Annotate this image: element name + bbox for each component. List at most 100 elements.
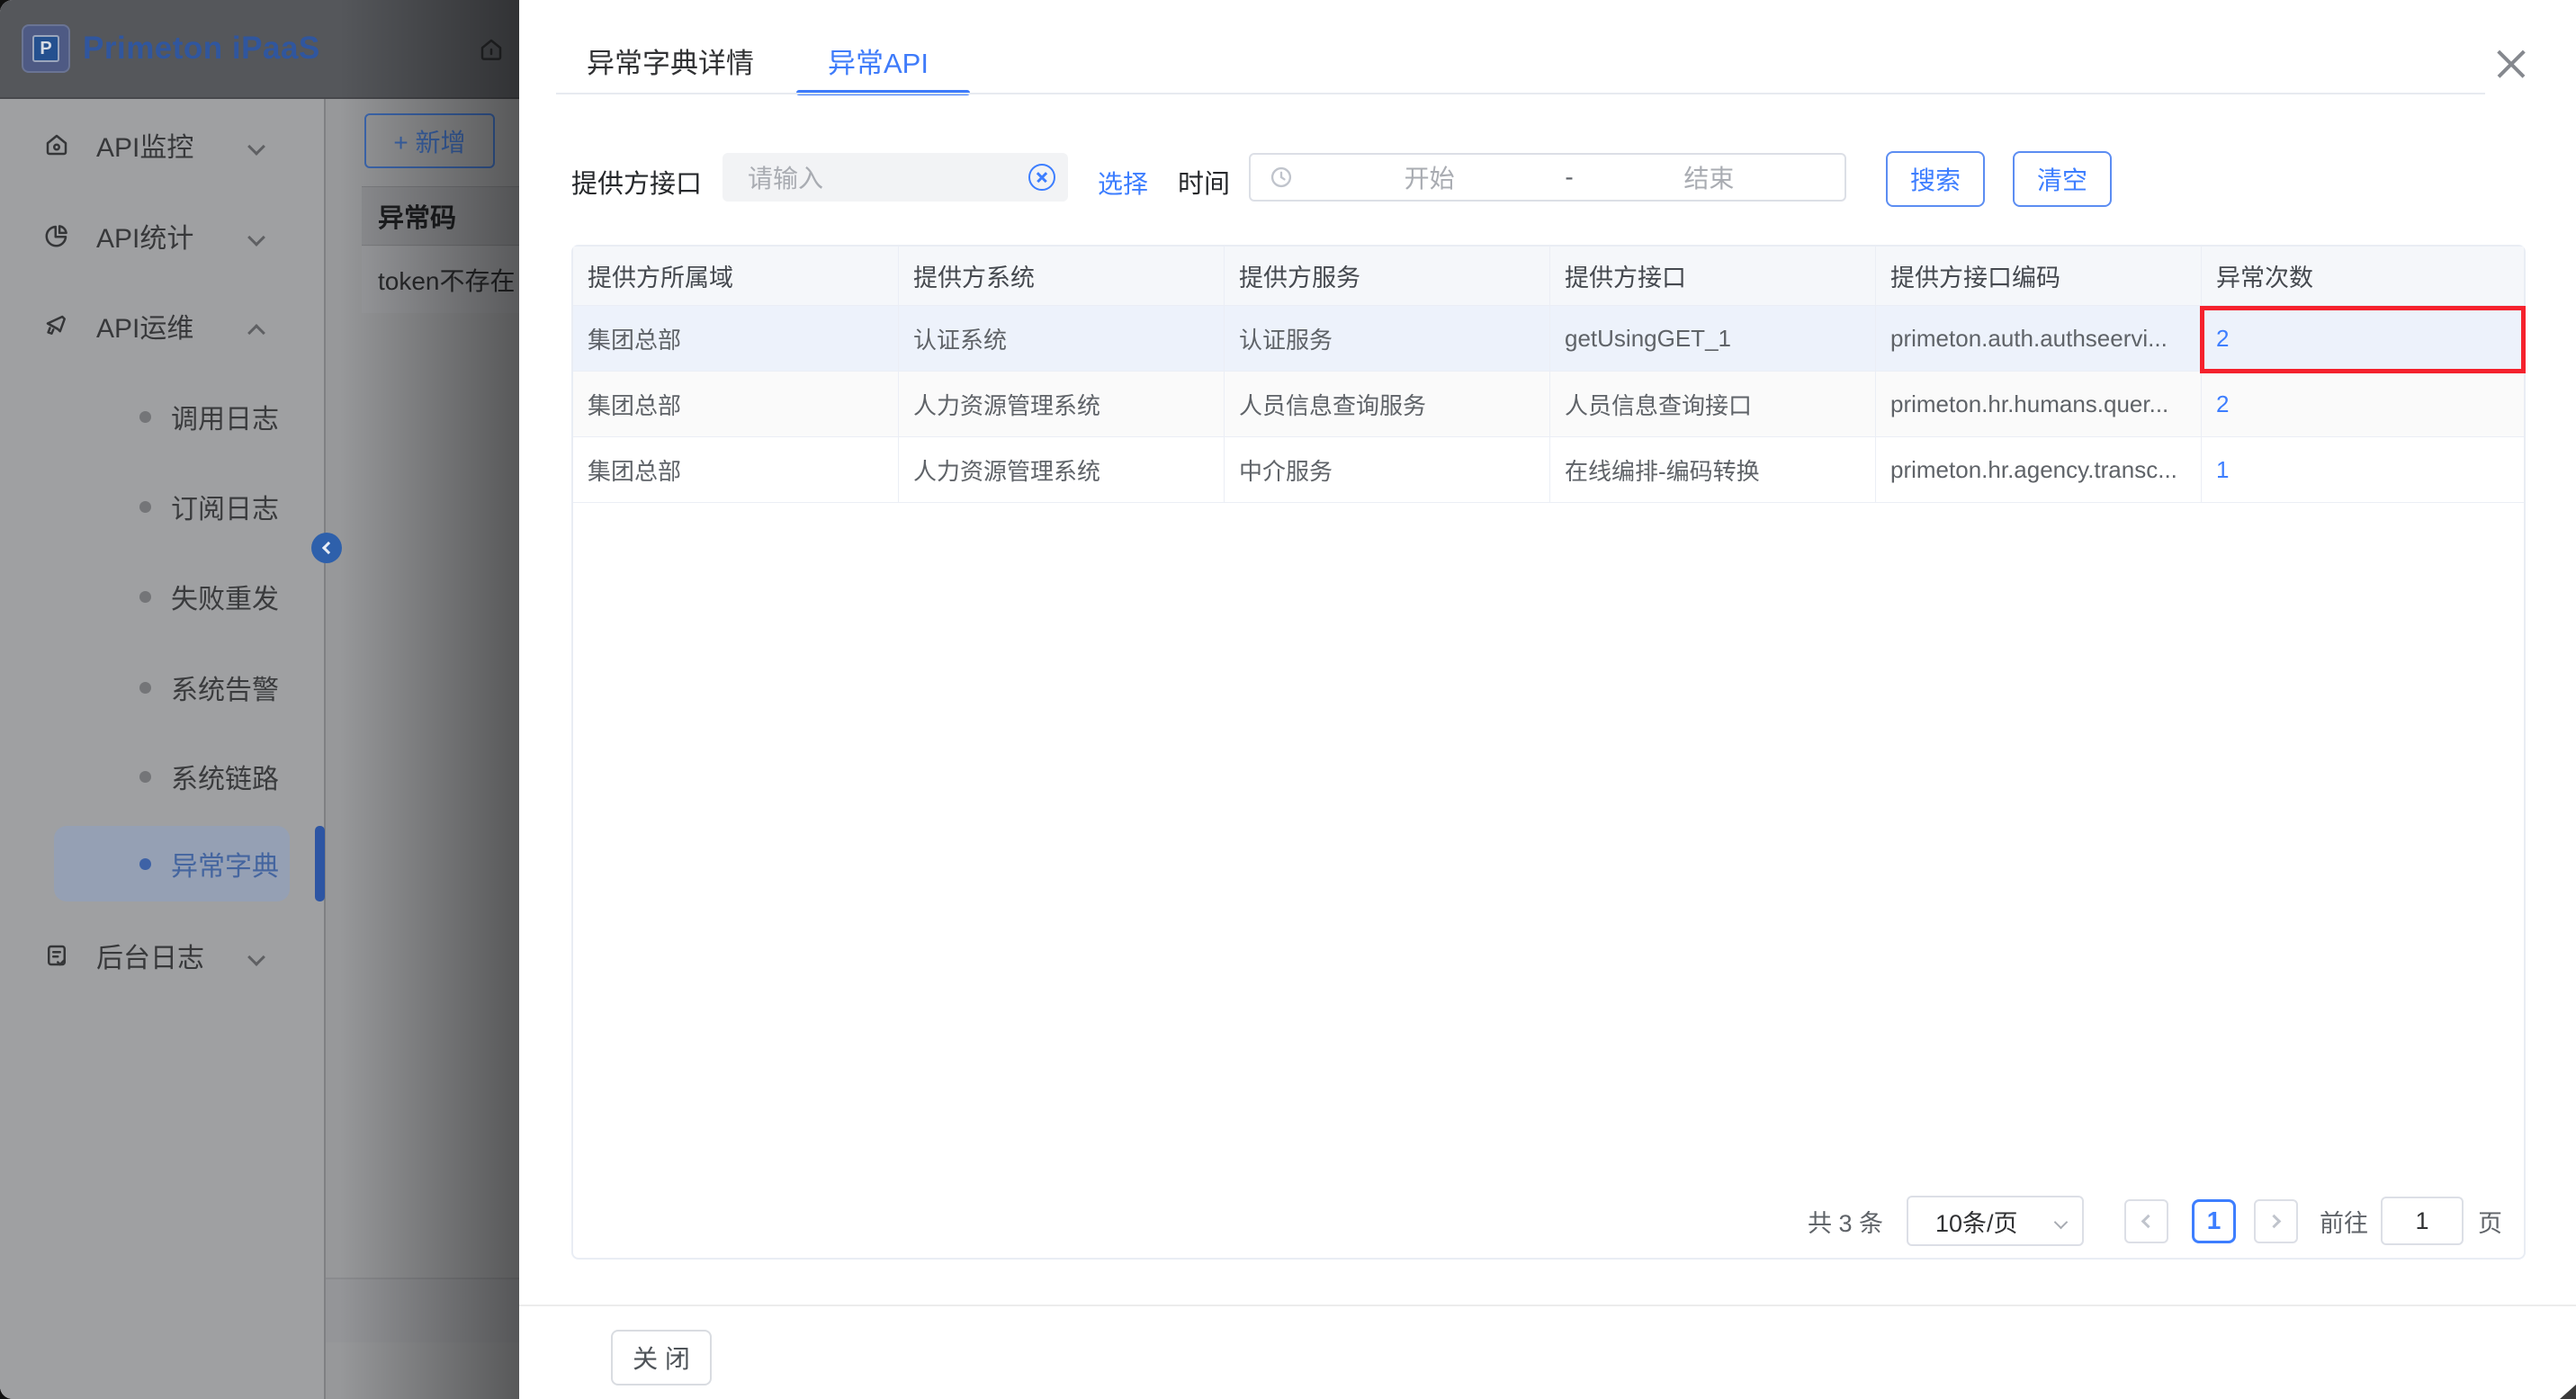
page-size-select[interactable]: 10条/页 <box>1907 1196 2084 1246</box>
sidebar-item-call-log[interactable]: 调用日志 <box>0 389 324 444</box>
cell-system: 认证系统 <box>899 306 1225 371</box>
provider-interface-input[interactable]: 请输入 <box>723 153 1068 202</box>
cell-domain: 集团总部 <box>573 437 899 502</box>
col-provider-interface: 提供方接口 <box>1550 247 1876 305</box>
prev-page-button[interactable] <box>2124 1199 2168 1243</box>
sidebar-item-api-ops[interactable]: API运维 <box>0 298 324 354</box>
sidebar: API监控 API统计 API运维 <box>0 99 326 1399</box>
time-separator: - <box>1565 163 1573 192</box>
search-button[interactable]: 搜索 <box>1886 151 1985 207</box>
footer-divider <box>519 1305 2576 1306</box>
page-unit-label: 页 <box>2478 1204 2502 1239</box>
app-window: P Primeton iPaaS API监控 <box>0 0 2576 1399</box>
close-button[interactable]: 关 闭 <box>611 1330 712 1386</box>
chevron-down-icon <box>247 229 265 247</box>
sidebar-item-fail-retry[interactable]: 失败重发 <box>0 569 324 624</box>
provider-interface-label: 提供方接口 <box>571 163 702 201</box>
page-size-value: 10条/页 <box>1935 1204 2018 1239</box>
select-link[interactable]: 选择 <box>1098 165 1148 201</box>
chevron-right-icon <box>2267 1214 2282 1228</box>
tab-exception-dict-detail[interactable]: 异常字典详情 <box>587 40 754 81</box>
log-document-icon <box>43 942 70 969</box>
chevron-down-icon <box>2054 1215 2069 1230</box>
table-row[interactable]: 集团总部 人力资源管理系统 人员信息查询服务 人员信息查询接口 primeton… <box>573 372 2524 437</box>
goto-page-input[interactable] <box>2381 1197 2464 1245</box>
clock-icon <box>1269 165 1294 190</box>
close-icon[interactable] <box>2495 48 2527 80</box>
sidebar-item-api-stats[interactable]: API统计 <box>0 208 324 264</box>
chevron-down-icon <box>247 138 265 156</box>
dimmed-main-content: + 新增 异常码 token不存在 <box>326 99 519 1399</box>
cell-code: primeton.auth.authseervi... <box>1876 306 2202 371</box>
chevron-left-icon <box>322 542 335 554</box>
current-page-button[interactable]: 1 <box>2192 1199 2236 1243</box>
home-icon <box>43 131 70 158</box>
next-page-button[interactable] <box>2254 1199 2298 1243</box>
cell-system: 人力资源管理系统 <box>899 372 1225 436</box>
brand-logo-letter: P <box>32 35 59 62</box>
add-button[interactable]: + 新增 <box>364 113 495 168</box>
chevron-up-icon <box>247 324 265 342</box>
bullet-icon <box>139 682 151 694</box>
cell-count-link[interactable]: 2 <box>2202 306 2524 371</box>
sidebar-item-api-monitor[interactable]: API监控 <box>0 117 324 173</box>
bullet-icon <box>139 591 151 603</box>
cell-domain: 集团总部 <box>573 372 899 436</box>
col-exception-count: 异常次数 <box>2202 247 2524 305</box>
home-icon[interactable] <box>478 36 505 63</box>
dimmed-table-header: 异常码 <box>362 186 519 246</box>
exception-api-table: 提供方所属域 提供方系统 提供方服务 提供方接口 提供方接口编码 异常次数 集团… <box>571 245 2526 1260</box>
cell-system: 人力资源管理系统 <box>899 437 1225 502</box>
cell-count-link[interactable]: 1 <box>2202 437 2524 502</box>
pagination-total: 共 3 条 <box>1808 1204 1883 1239</box>
col-provider-domain: 提供方所属域 <box>573 247 899 305</box>
clear-button[interactable]: 清空 <box>2013 151 2112 207</box>
chevron-down-icon <box>247 948 265 966</box>
dimmed-footer-strip <box>326 1279 519 1342</box>
time-label: 时间 <box>1178 163 1230 201</box>
cell-service: 中介服务 <box>1225 437 1550 502</box>
sidebar-item-backend-log[interactable]: 后台日志 <box>0 928 324 983</box>
table-row[interactable]: 集团总部 人力资源管理系统 中介服务 在线编排-编码转换 primeton.hr… <box>573 437 2524 503</box>
sidebar-item-system-link[interactable]: 系统链路 <box>0 749 324 804</box>
brand-logo-icon: P <box>22 24 70 73</box>
goto-label: 前往 <box>2320 1204 2368 1239</box>
dimmed-table-row[interactable]: token不存在 <box>362 247 519 313</box>
bullet-icon <box>139 501 151 513</box>
megaphone-icon <box>43 312 70 339</box>
cell-service: 认证服务 <box>1225 306 1550 371</box>
app-header: P Primeton iPaaS <box>0 0 519 99</box>
brand-name: Primeton iPaaS <box>83 31 320 67</box>
cell-interface: 在线编排-编码转换 <box>1550 437 1876 502</box>
col-provider-system: 提供方系统 <box>899 247 1225 305</box>
tab-exception-api[interactable]: 异常API <box>828 40 929 81</box>
cell-service: 人员信息查询服务 <box>1225 372 1550 436</box>
bullet-icon <box>139 858 151 870</box>
sidebar-collapse-button[interactable] <box>311 533 342 563</box>
sidebar-item-system-alert[interactable]: 系统告警 <box>0 659 324 715</box>
exception-api-drawer: 异常字典详情 异常API 提供方接口 请输入 选择 时间 开始 - 结束 搜索 … <box>519 0 2576 1399</box>
clear-input-icon[interactable] <box>1028 164 1055 191</box>
cell-domain: 集团总部 <box>573 306 899 371</box>
dimmed-page: P Primeton iPaaS API监控 <box>0 0 519 1399</box>
table-header-row: 提供方所属域 提供方系统 提供方服务 提供方接口 提供方接口编码 异常次数 <box>573 247 2524 306</box>
start-time-placeholder: 开始 <box>1294 159 1565 195</box>
cell-code: primeton.hr.humans.quer... <box>1876 372 2202 436</box>
chevron-left-icon <box>2141 1214 2156 1228</box>
time-range-picker[interactable]: 开始 - 结束 <box>1249 153 1846 202</box>
sidebar-item-subscribe-log[interactable]: 订阅日志 <box>0 479 324 534</box>
cell-code: primeton.hr.agency.transc... <box>1876 437 2202 502</box>
tabbar-divider <box>556 93 2485 94</box>
col-provider-interface-code: 提供方接口编码 <box>1876 247 2202 305</box>
bullet-icon <box>139 411 151 423</box>
sidebar-item-exception-dict[interactable]: 异常字典 <box>0 836 324 892</box>
table-row[interactable]: 集团总部 认证系统 认证服务 getUsingGET_1 primeton.au… <box>573 306 2524 372</box>
pagination: 共 3 条 10条/页 1 前往 页 <box>1808 1195 2502 1247</box>
cell-count-link[interactable]: 2 <box>2202 372 2524 436</box>
cell-interface: getUsingGET_1 <box>1550 306 1876 371</box>
bullet-icon <box>139 771 151 783</box>
cell-interface: 人员信息查询接口 <box>1550 372 1876 436</box>
pie-chart-icon <box>43 222 70 249</box>
end-time-placeholder: 结束 <box>1574 159 1844 195</box>
col-provider-service: 提供方服务 <box>1225 247 1550 305</box>
